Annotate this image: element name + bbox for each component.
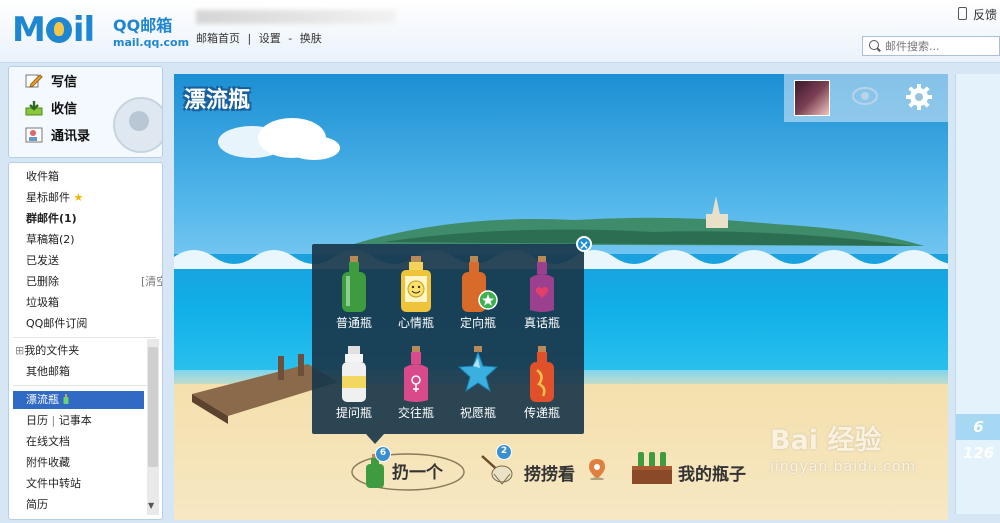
folder-online-docs[interactable]: 在线文档 bbox=[26, 433, 70, 451]
folder-sent[interactable]: 已发送 bbox=[26, 252, 59, 270]
brand-domain: mail.qq.com bbox=[113, 36, 190, 49]
folder-group-mail[interactable]: 群邮件(1) bbox=[26, 210, 77, 228]
divider bbox=[13, 385, 156, 386]
smiley-bottle-icon bbox=[401, 256, 431, 312]
folder-my-folders[interactable]: ⊞我的文件夹 bbox=[15, 342, 79, 360]
home-link[interactable]: 邮箱首页 bbox=[196, 32, 240, 45]
throw-count-badge: 6 bbox=[375, 446, 391, 462]
settings-link[interactable]: 设置 bbox=[259, 32, 281, 45]
brand-block: QQ邮箱 mail.qq.com bbox=[113, 12, 189, 49]
folder-subscriptions[interactable]: QQ邮件订阅 bbox=[26, 315, 87, 333]
folder-list: 收件箱 星标邮件 ★ 群邮件(1) 草稿箱(2) 已发送 已删除[清空] 垃圾箱… bbox=[8, 162, 163, 520]
account-address-blurred bbox=[196, 10, 396, 24]
orange-bottle-icon bbox=[462, 256, 498, 312]
small-bottle-icon bbox=[63, 394, 68, 404]
sidebar-scrollbar[interactable]: ▼ bbox=[147, 339, 159, 515]
bottle-ordinary[interactable]: 普通瓶 bbox=[322, 248, 386, 334]
inbox-download-icon bbox=[25, 101, 43, 116]
phone-icon bbox=[958, 7, 967, 20]
folder-drafts[interactable]: 草稿箱(2) bbox=[26, 231, 75, 249]
link-separator: | bbox=[51, 414, 56, 427]
search-icon bbox=[869, 40, 879, 50]
folder-deleted[interactable]: 已删除[清空] bbox=[26, 273, 162, 291]
brand-name: QQ邮箱 bbox=[113, 16, 173, 35]
fish-count-badge: 2 bbox=[496, 444, 512, 460]
cloud-icon bbox=[218, 118, 340, 160]
pink-bottle-icon bbox=[404, 346, 428, 402]
eye-icon[interactable] bbox=[852, 86, 878, 106]
bottle-question[interactable]: 提问瓶 bbox=[322, 338, 386, 424]
purple-bottle-icon bbox=[530, 256, 554, 312]
close-icon[interactable]: × bbox=[576, 236, 592, 252]
search-box[interactable] bbox=[862, 36, 1000, 56]
milk-bottle-icon bbox=[342, 346, 366, 402]
folder-inbox[interactable]: 收件箱 bbox=[26, 168, 59, 186]
folder-calendar[interactable]: 日历 | 记事本 bbox=[26, 412, 92, 430]
empty-trash-link[interactable]: [清空] bbox=[141, 273, 162, 291]
bottle-truth[interactable]: 真话瓶 bbox=[510, 248, 574, 334]
sidebar-actions: 写信 收信 通讯录 bbox=[8, 66, 163, 158]
link-separator: | bbox=[247, 32, 252, 45]
bottle-mood[interactable]: 心情瓶 bbox=[384, 248, 448, 334]
qq-mail-logo[interactable]: Mil bbox=[12, 10, 95, 50]
scrollbar-thumb[interactable] bbox=[148, 347, 158, 467]
popup-arrow bbox=[366, 434, 384, 444]
folder-spam[interactable]: 垃圾箱 bbox=[26, 294, 59, 312]
location-pin-icon bbox=[589, 459, 605, 480]
star-icon: ★ bbox=[73, 191, 84, 204]
bottle-type-menu: × 普通瓶 心情瓶 定向瓶 真话瓶 提问瓶 交往瓶 祝愿瓶 传递瓶 bbox=[312, 236, 592, 444]
baidu-jingyan-watermark: Bai 经验 jingyan.baidu.com bbox=[770, 425, 917, 475]
bottle-dating[interactable]: 交往瓶 bbox=[384, 338, 448, 424]
expand-icon[interactable]: ⊞ bbox=[15, 344, 24, 357]
folder-resume[interactable]: 简历 bbox=[26, 496, 48, 514]
pencil-icon bbox=[25, 74, 43, 88]
bottle-wish[interactable]: 祝愿瓶 bbox=[446, 338, 510, 424]
right-side-panel: 6 126 bbox=[955, 74, 1000, 514]
contacts-icon bbox=[25, 127, 43, 143]
top-controls bbox=[784, 74, 948, 122]
header-links: 邮箱首页 | 设置 - 换肤 bbox=[196, 30, 326, 46]
red-bottle-icon bbox=[530, 346, 554, 402]
page-title: 漂流瓶 bbox=[184, 88, 251, 113]
scroll-down-icon[interactable]: ▼ bbox=[148, 501, 154, 510]
folder-drift-bottle[interactable]: 漂流瓶 bbox=[26, 391, 69, 409]
search-input[interactable] bbox=[883, 38, 999, 55]
star-bottle-icon bbox=[458, 346, 498, 393]
green-bottle-icon bbox=[342, 256, 366, 312]
header: Mil QQ邮箱 mail.qq.com 邮箱首页 | 设置 - 换肤 反馈 bbox=[0, 0, 1000, 63]
gear-icon[interactable] bbox=[904, 82, 934, 112]
feedback-link[interactable]: 反馈 bbox=[958, 6, 997, 23]
skin-link[interactable]: 换肤 bbox=[300, 32, 322, 45]
folder-attachments[interactable]: 附件收藏 bbox=[26, 454, 70, 472]
link-separator: - bbox=[288, 32, 293, 45]
folder-starred[interactable]: 星标邮件 ★ bbox=[26, 189, 83, 207]
avatar[interactable] bbox=[794, 80, 830, 116]
contacts-button[interactable]: 通讯录 bbox=[25, 127, 90, 147]
logo-o-icon bbox=[45, 17, 72, 43]
receive-button[interactable]: 收信 bbox=[25, 100, 77, 120]
notes-link[interactable]: 记事本 bbox=[59, 414, 92, 427]
divider bbox=[13, 337, 156, 338]
compose-button[interactable]: 写信 bbox=[25, 73, 77, 93]
bottle-relay[interactable]: 传递瓶 bbox=[510, 338, 574, 424]
folder-other-mailboxes[interactable]: 其他邮箱 bbox=[26, 363, 70, 381]
bottle-directed[interactable]: 定向瓶 bbox=[446, 248, 510, 334]
right-panel-number: 6 126 bbox=[956, 414, 1000, 462]
folder-file-transfer[interactable]: 文件中转站 bbox=[26, 475, 81, 493]
bottle-crate-icon bbox=[632, 452, 672, 484]
penguin-mascot-icon bbox=[113, 97, 162, 153]
